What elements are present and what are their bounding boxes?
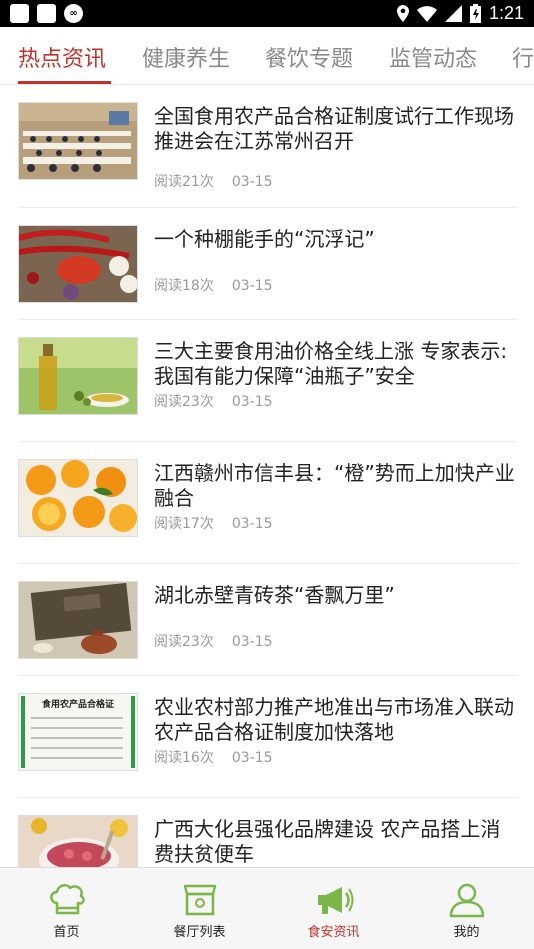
news-title: 江西赣州市信丰县：“橙”势而上加快产业融合 — [154, 461, 515, 510]
user-icon — [448, 880, 486, 920]
notification-icon — [10, 4, 29, 23]
news-item[interactable]: 江西赣州市信丰县：“橙”势而上加快产业融合 阅读17次 03-15 — [0, 442, 534, 564]
news-list: 全国食用农产品合格证制度试行工作现场推进会在江苏常州召开 阅读21次 03-15 … — [0, 85, 534, 867]
nav-label: 食安资讯 — [307, 925, 360, 940]
read-count: 阅读23次 — [154, 394, 214, 410]
conference-photo — [18, 102, 138, 180]
news-title: 三大主要食用油价格全线上涨 专家表示:我国有能力保障“油瓶子”安全 — [154, 339, 508, 388]
news-item[interactable]: 湖北赤壁青砖茶“香飘万里” 阅读23次 03-15 — [0, 564, 534, 676]
nav-profile[interactable]: 我的 — [400, 868, 533, 949]
tab-hot-news[interactable]: 热点资讯 — [18, 41, 106, 73]
nav-label: 我的 — [453, 925, 480, 940]
active-tab-indicator — [18, 81, 111, 84]
restaurant-icon — [181, 880, 219, 920]
olive-oil-photo — [18, 337, 138, 415]
tab-industry[interactable]: 行 — [512, 41, 534, 73]
news-meta: 阅读18次 03-15 — [154, 275, 273, 295]
fruit-bowl-photo — [18, 815, 138, 867]
tab-supervision[interactable]: 监管动态 — [389, 41, 477, 73]
nav-label: 餐厅列表 — [173, 925, 226, 940]
oranges-photo — [18, 459, 138, 537]
brick-tea-photo — [18, 581, 138, 659]
bottom-navigation: 首页 餐厅列表 食安资讯 我的 — [0, 867, 534, 949]
read-count: 阅读16次 — [154, 750, 214, 766]
read-count: 阅读23次 — [154, 634, 214, 650]
news-title: 一个种棚能手的“沉浮记” — [154, 227, 375, 251]
notification-icon — [37, 4, 56, 23]
news-meta: 阅读23次 03-15 — [154, 631, 273, 651]
nav-label: 首页 — [53, 925, 80, 940]
news-title: 农业农村部力推产地准出与市场准入联动 农产品合格证制度加快落地 — [154, 695, 514, 744]
nav-restaurants[interactable]: 餐厅列表 — [133, 868, 266, 949]
news-title: 广西大化县强化品牌建设 农产品搭上消费扶贫便车 — [154, 817, 501, 866]
news-title: 湖北赤壁青砖茶“香飘万里” — [154, 583, 395, 607]
publish-date: 03-15 — [231, 634, 273, 650]
news-meta: 阅读17次 03-15 — [154, 513, 273, 533]
chef-hat-icon — [48, 880, 86, 920]
certificate-photo: 食用农产品合格证 — [18, 693, 138, 771]
status-time: 1:21 — [488, 3, 524, 23]
tab-health[interactable]: 健康养生 — [142, 41, 230, 73]
publish-date: 03-15 — [231, 516, 273, 532]
category-tabs: 热点资讯 健康养生 餐饮专题 监管动态 行 — [0, 27, 534, 85]
news-item[interactable]: 食用农产品合格证 农业农村部力推产地准出与市场准入联动 农产品合格证制度加快落地… — [0, 676, 534, 798]
megaphone-icon — [314, 880, 354, 920]
publish-date: 03-15 — [231, 174, 273, 190]
news-meta: 阅读21次 03-15 — [154, 171, 273, 191]
news-title: 全国食用农产品合格证制度试行工作现场推进会在江苏常州召开 — [154, 104, 514, 153]
news-item[interactable]: 三大主要食用油价格全线上涨 专家表示:我国有能力保障“油瓶子”安全 阅读23次 0… — [0, 320, 534, 442]
signal-icon — [444, 5, 462, 22]
news-item[interactable]: 全国食用农产品合格证制度试行工作现场推进会在江苏常州召开 阅读21次 03-15 — [0, 85, 534, 208]
news-item[interactable]: 一个种棚能手的“沉浮记” 阅读18次 03-15 — [0, 208, 534, 320]
certificate-heading: 食用农产品合格证 — [41, 698, 114, 710]
wifi-icon — [416, 5, 437, 22]
nav-home[interactable]: 首页 — [0, 868, 133, 949]
publish-date: 03-15 — [231, 750, 273, 766]
publish-date: 03-15 — [231, 394, 273, 410]
battery-icon — [469, 4, 481, 23]
publish-date: 03-15 — [231, 278, 273, 294]
tab-dining[interactable]: 餐饮专题 — [265, 41, 353, 73]
location-icon — [396, 5, 409, 22]
read-count: 阅读21次 — [154, 174, 214, 190]
app-notification-icon: ∞ — [64, 4, 83, 23]
read-count: 阅读18次 — [154, 278, 214, 294]
nav-food-safety-news[interactable]: 食安资讯 — [267, 868, 400, 949]
news-meta: 阅读16次 03-15 — [154, 747, 273, 767]
read-count: 阅读17次 — [154, 516, 214, 532]
status-bar: ∞ 1:21 — [0, 0, 534, 27]
chili-garlic-photo — [18, 225, 138, 303]
news-meta: 阅读23次 03-15 — [154, 391, 273, 411]
news-item[interactable]: 广西大化县强化品牌建设 农产品搭上消费扶贫便车 — [0, 798, 534, 867]
